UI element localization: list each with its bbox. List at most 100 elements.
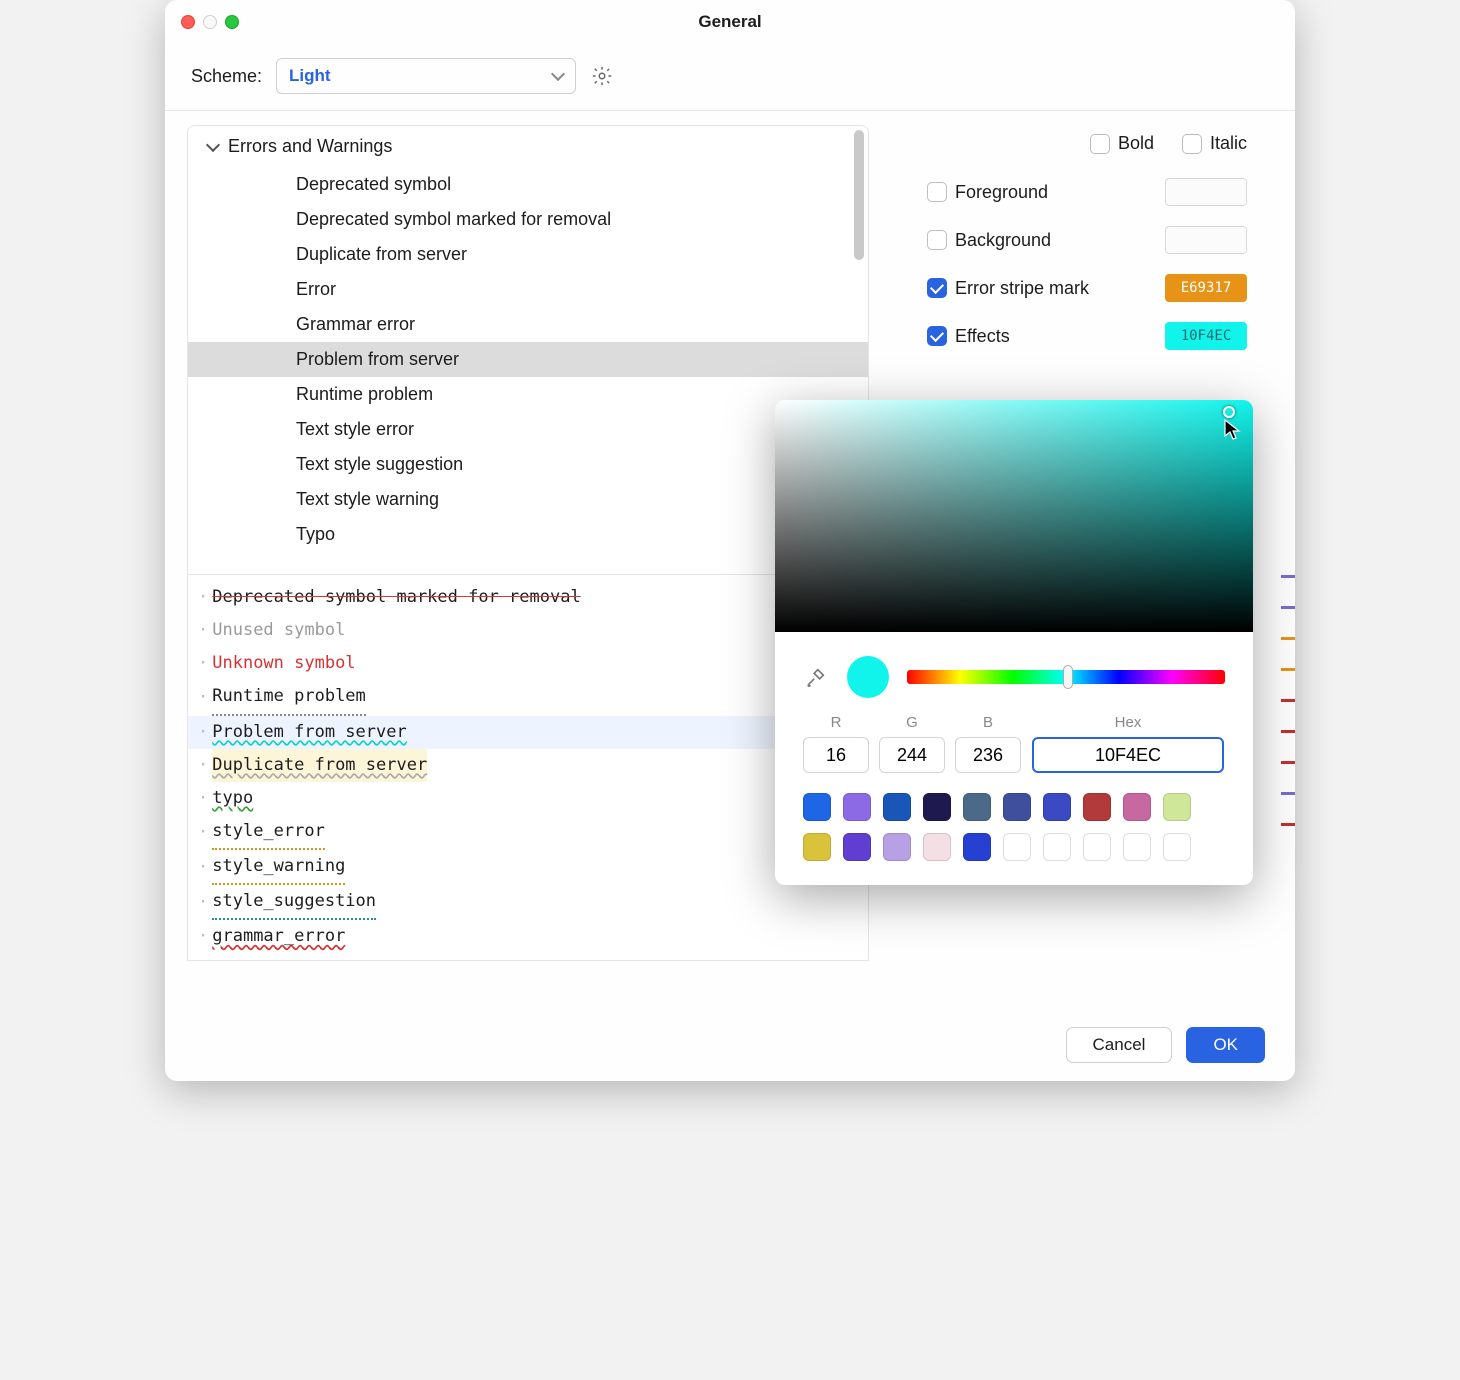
hex-input[interactable]	[1032, 737, 1224, 773]
preset-swatch[interactable]	[1163, 793, 1191, 821]
preset-swatch[interactable]	[1003, 793, 1031, 821]
preset-swatch[interactable]	[843, 793, 871, 821]
preset-swatch[interactable]	[1123, 793, 1151, 821]
r-label: R	[831, 714, 842, 731]
preset-swatch[interactable]	[963, 833, 991, 861]
tree-item[interactable]: Text style suggestion	[188, 447, 868, 482]
r-input[interactable]	[803, 737, 869, 773]
preset-swatch[interactable]	[923, 793, 951, 821]
tree-item[interactable]: Runtime problem	[188, 377, 868, 412]
tree-item[interactable]: Deprecated symbol	[188, 167, 868, 202]
g-label: G	[906, 714, 918, 731]
preview-line: Runtime problem	[212, 680, 366, 715]
bold-checkbox[interactable]: Bold	[1090, 133, 1154, 154]
error-stripe-gutter	[1281, 575, 1295, 975]
preset-swatch[interactable]	[803, 793, 831, 821]
tree-item-selected[interactable]: Problem from server	[188, 342, 868, 377]
preset-swatch[interactable]	[963, 793, 991, 821]
preset-swatch-empty[interactable]	[1043, 833, 1071, 861]
italic-checkbox[interactable]: Italic	[1182, 133, 1247, 154]
hex-label: Hex	[1115, 714, 1142, 731]
tree-item[interactable]: Text style error	[188, 412, 868, 447]
tree-item[interactable]: Duplicate from server	[188, 237, 868, 272]
effects-checkbox[interactable]: Effects	[927, 326, 1010, 347]
effects-swatch[interactable]: 10F4EC	[1165, 322, 1247, 350]
scheme-label: Scheme:	[191, 66, 262, 87]
background-swatch[interactable]	[1165, 226, 1247, 254]
checkbox-icon	[1090, 134, 1110, 154]
scheme-actions-button[interactable]	[590, 64, 614, 88]
cancel-button[interactable]: Cancel	[1066, 1027, 1173, 1063]
scheme-select[interactable]: Light	[276, 58, 576, 94]
foreground-label: Foreground	[955, 182, 1048, 203]
b-label: B	[983, 714, 993, 731]
saturation-value-field[interactable]	[775, 400, 1253, 632]
preset-swatch[interactable]	[843, 833, 871, 861]
hue-thumb[interactable]	[1063, 665, 1073, 689]
preset-swatch[interactable]	[883, 833, 911, 861]
window-controls	[181, 15, 239, 29]
foreground-checkbox[interactable]: Foreground	[927, 182, 1048, 203]
preset-swatch-empty[interactable]	[1123, 833, 1151, 861]
preset-swatch[interactable]	[883, 793, 911, 821]
tree-item[interactable]: Error	[188, 272, 868, 307]
preview-line: style_error	[212, 815, 325, 850]
tree-item[interactable]: Text style warning	[188, 482, 868, 517]
checkbox-checked-icon	[927, 278, 947, 298]
chevron-down-icon	[206, 137, 220, 151]
checkbox-checked-icon	[927, 326, 947, 346]
checkbox-icon	[927, 230, 947, 250]
preset-swatch-empty[interactable]	[1163, 833, 1191, 861]
titlebar: General	[165, 0, 1295, 44]
preset-swatch[interactable]	[1083, 793, 1111, 821]
close-icon[interactable]	[181, 15, 195, 29]
italic-label: Italic	[1210, 133, 1247, 154]
effects-label: Effects	[955, 326, 1010, 347]
error-stripe-swatch[interactable]: E69317	[1165, 274, 1247, 302]
preview-line: Unknown symbol	[212, 647, 355, 680]
g-input[interactable]	[879, 737, 945, 773]
hue-slider[interactable]	[907, 670, 1225, 684]
preview-line: typo	[212, 782, 253, 815]
b-input[interactable]	[955, 737, 1021, 773]
preset-swatch-empty[interactable]	[1003, 833, 1031, 861]
error-stripe-checkbox[interactable]: Error stripe mark	[927, 278, 1089, 299]
scheme-value: Light	[289, 66, 331, 86]
minimize-icon[interactable]	[203, 15, 217, 29]
eyedropper-icon	[805, 666, 827, 688]
preview-line: grammar_error	[212, 920, 345, 953]
preset-swatch[interactable]	[1043, 793, 1071, 821]
preset-swatch[interactable]	[803, 833, 831, 861]
tree-item[interactable]: Grammar error	[188, 307, 868, 342]
tree-item[interactable]: Typo	[188, 517, 868, 552]
eyedropper-button[interactable]	[803, 664, 829, 690]
tree-group-header[interactable]: Errors and Warnings	[188, 126, 868, 167]
preset-swatch-empty[interactable]	[1083, 833, 1111, 861]
window-title: General	[698, 12, 761, 32]
chevron-down-icon	[551, 67, 565, 81]
checkbox-icon	[927, 182, 947, 202]
ok-button[interactable]: OK	[1186, 1027, 1265, 1063]
error-stripe-label: Error stripe mark	[955, 278, 1089, 299]
preset-swatch[interactable]	[923, 833, 951, 861]
scheme-row: Scheme: Light	[165, 44, 1295, 111]
sv-thumb[interactable]	[1223, 406, 1235, 418]
preview-line: Problem from server	[212, 716, 406, 749]
gear-icon	[591, 65, 613, 87]
foreground-swatch[interactable]	[1165, 178, 1247, 206]
category-tree[interactable]: Errors and Warnings Deprecated symbol De…	[187, 125, 869, 575]
preview-pane: ·Deprecated symbol marked for removal ·U…	[187, 575, 869, 961]
scrollbar-thumb[interactable]	[854, 130, 864, 260]
color-preview	[847, 656, 889, 698]
background-checkbox[interactable]: Background	[927, 230, 1051, 251]
preferences-window: General Scheme: Light Errors and Warning…	[165, 0, 1295, 1081]
preview-line: Deprecated symbol marked for removal	[212, 581, 580, 614]
color-picker[interactable]: R G B Hex	[775, 400, 1253, 885]
preview-line: Duplicate from server	[212, 749, 427, 782]
preset-colors	[775, 787, 1253, 885]
preview-line: style_suggestion	[212, 885, 376, 920]
tree-item[interactable]: Deprecated symbol marked for removal	[188, 202, 868, 237]
tree-group-label: Errors and Warnings	[228, 136, 392, 157]
preview-line: style_warning	[212, 850, 345, 885]
zoom-icon[interactable]	[225, 15, 239, 29]
